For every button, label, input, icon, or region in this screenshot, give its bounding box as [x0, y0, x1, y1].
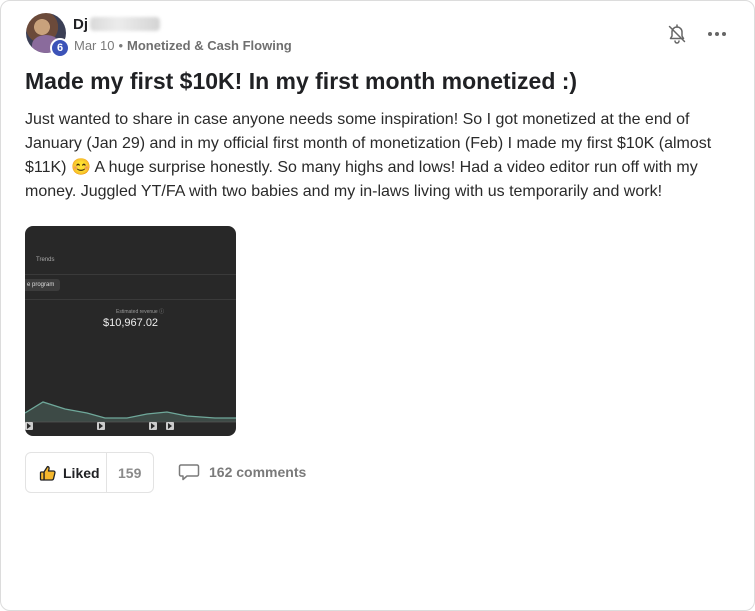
post-card: 6 Dj Mar 10 • Monetized & Cash Flowing M… [0, 0, 755, 611]
level-badge: 6 [50, 38, 70, 58]
post-category[interactable]: Monetized & Cash Flowing [127, 38, 292, 53]
attachment-image[interactable]: Trends e program Estimated revenue ⓘ $10… [25, 226, 236, 436]
meta-separator: • [118, 38, 124, 53]
divider [106, 453, 107, 492]
revenue-trend-chart [25, 401, 236, 423]
video-marker [25, 422, 33, 430]
like-label: Liked [63, 465, 100, 481]
comments-label: 162 comments [209, 464, 307, 480]
author-avatar-group[interactable]: 6 [26, 13, 70, 58]
more-horizontal-icon[interactable] [705, 23, 729, 45]
video-marker [166, 422, 174, 430]
like-button[interactable]: Liked 159 [25, 452, 154, 493]
comments-button[interactable]: 162 comments [178, 461, 306, 483]
author-name[interactable]: Dj [73, 16, 88, 33]
author-name-redacted [90, 17, 160, 31]
like-count[interactable]: 159 [118, 465, 141, 481]
video-marker [97, 422, 105, 430]
post-meta: Mar 10 • Monetized & Cash Flowing [74, 38, 292, 53]
thumbs-up-icon [39, 464, 57, 482]
post-body: Just wanted to share in case anyone need… [25, 111, 712, 200]
post-title: Made my first $10K! In my first month mo… [25, 68, 578, 94]
author-row: Dj [73, 14, 160, 34]
video-markers [25, 422, 236, 432]
post-date[interactable]: Mar 10 [74, 38, 114, 53]
comment-bubble-icon [178, 462, 200, 482]
video-marker [149, 422, 157, 430]
bell-off-icon[interactable] [666, 23, 688, 45]
